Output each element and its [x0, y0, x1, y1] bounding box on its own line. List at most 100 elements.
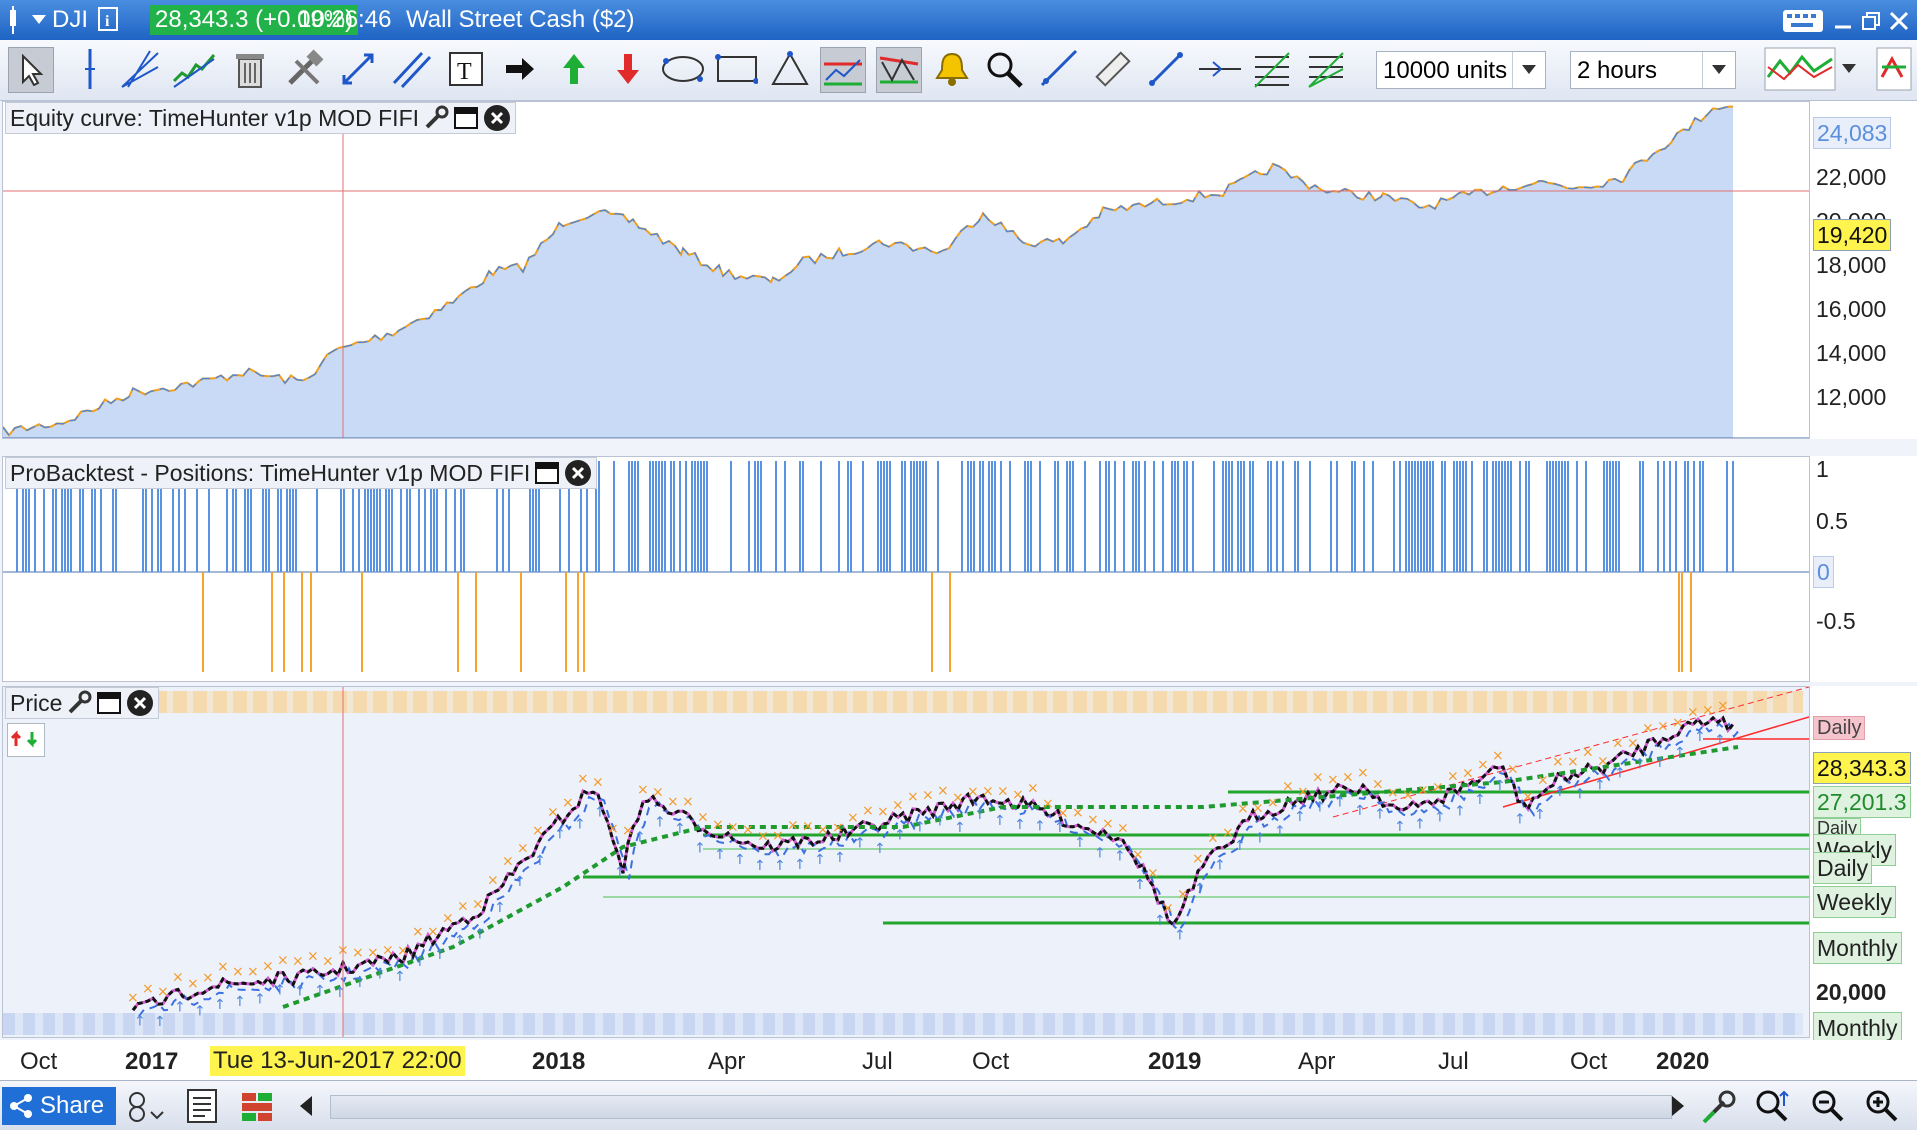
fibonacci-fan-tool[interactable] [1304, 47, 1348, 91]
units-select[interactable]: 10000 units [1376, 51, 1546, 89]
long-position-bar [1351, 461, 1353, 572]
price-axis: Daily 28,343.3 27,201.3 Daily Weekly Dai… [1810, 686, 1917, 1044]
window-icon[interactable] [453, 105, 479, 131]
window-icon[interactable] [96, 690, 122, 716]
horizontal-scrollbar[interactable] [330, 1095, 1672, 1119]
ellipse-tool[interactable] [660, 47, 704, 91]
keyboard-icon[interactable] [1780, 8, 1826, 34]
auto-scale-button[interactable] [1752, 1087, 1792, 1125]
window-icon[interactable] [534, 460, 560, 486]
close-panel-icon[interactable] [564, 459, 592, 487]
long-position-bar [1558, 461, 1560, 572]
long-position-bar [1495, 461, 1497, 572]
long-position-bar [703, 461, 705, 572]
long-position-bar [1501, 461, 1503, 572]
delete-tool[interactable] [228, 47, 272, 91]
restore-icon[interactable] [1858, 8, 1884, 34]
sell-marker: × [1267, 795, 1279, 811]
segment-tool[interactable] [1144, 47, 1188, 91]
horizontal-line-tool[interactable] [1198, 47, 1242, 91]
segment-icon [1149, 52, 1183, 86]
equity-panel-header: Equity curve: TimeHunter v1p MOD FIFI [5, 102, 517, 134]
trendline-tool[interactable] [172, 47, 216, 91]
long-position-bar [1252, 461, 1254, 572]
refresh-button[interactable] [7, 723, 45, 757]
fibonacci-tool[interactable] [1250, 47, 1294, 91]
magnifier-icon [987, 52, 1023, 88]
sell-marker: × [1627, 736, 1639, 752]
long-position-bar [1054, 461, 1056, 572]
short-position-bar [583, 572, 585, 672]
layout-button[interactable] [238, 1087, 278, 1125]
equity-panel-title: Equity curve: TimeHunter v1p MOD FIFI [10, 105, 420, 131]
alert-tool[interactable] [930, 47, 974, 91]
short-position-bar [301, 572, 303, 672]
info-icon[interactable]: i [96, 6, 120, 32]
close-window-icon[interactable] [1886, 8, 1912, 34]
buy-marker: ↑ [894, 827, 906, 843]
buy-marker: ↑ [694, 841, 706, 857]
sell-marker: × [1417, 782, 1429, 798]
buy-arrow-tool[interactable] [552, 47, 596, 91]
vertical-line-tool[interactable] [68, 47, 112, 91]
parallel-lines-tool[interactable] [390, 47, 434, 91]
price-chart: ×↑×↑××↑×↑×↑× ×↑×↑×↑× ×↑×↑×↑× ×↑×↑×↑××↑×↑×↑×… [127, 687, 1809, 1037]
arrow-right-tool[interactable] [498, 47, 542, 91]
long-position-bar [598, 461, 600, 572]
buy-marker: ↑ [1454, 804, 1466, 820]
channel-tool[interactable] [820, 47, 866, 93]
long-position-bar [1171, 461, 1173, 572]
indicators-button[interactable] [1762, 47, 1838, 91]
text-tool[interactable]: T [444, 47, 488, 91]
svg-text:T: T [457, 59, 472, 85]
sell-arrow-tool[interactable] [606, 47, 650, 91]
long-position-bar [1399, 461, 1401, 572]
long-position-bar [1405, 461, 1407, 572]
equity-tick: 16,000 [1816, 296, 1887, 322]
rectangle-tool[interactable] [714, 47, 758, 91]
sell-marker: × [982, 784, 994, 800]
minimize-icon[interactable] [1830, 8, 1856, 34]
triangle-tool[interactable] [768, 47, 812, 91]
sell-marker: × [232, 964, 244, 980]
timeframe-select[interactable]: 2 hours [1570, 51, 1736, 89]
zoom-tool[interactable] [982, 47, 1026, 91]
sell-marker: × [1702, 703, 1714, 719]
long-position-bar [1000, 461, 1002, 572]
scroll-left-button[interactable] [290, 1089, 324, 1123]
ray-tool[interactable] [1036, 47, 1080, 91]
link-button[interactable] [122, 1087, 168, 1125]
long-position-bar [1684, 461, 1686, 572]
strategy-button[interactable] [1874, 47, 1914, 91]
ruler-tool[interactable] [1090, 47, 1134, 91]
share-button[interactable]: Share [2, 1087, 116, 1125]
chart-settings-button[interactable] [1700, 1087, 1740, 1125]
arrow-line-tool[interactable] [336, 47, 380, 91]
zoom-out-button[interactable] [1808, 1087, 1848, 1125]
long-position-bar [697, 461, 699, 572]
wrench-icon[interactable] [66, 690, 92, 716]
report-button[interactable] [182, 1087, 222, 1125]
zoom-in-button[interactable] [1862, 1087, 1902, 1125]
sell-marker: × [652, 785, 664, 801]
support-resistance-tool[interactable] [876, 47, 922, 93]
close-panel-icon[interactable] [126, 689, 154, 717]
tools-settings[interactable] [282, 47, 326, 91]
long-position-bar [1114, 461, 1116, 572]
date-label: Apr [708, 1048, 746, 1075]
long-position-bar [1441, 461, 1443, 572]
wrench-icon[interactable] [423, 105, 449, 131]
dropdown-arrow-icon[interactable] [30, 10, 48, 30]
pointer-tool[interactable] [8, 47, 54, 93]
buy-marker: ↑ [1194, 881, 1206, 897]
scroll-right-button[interactable] [1660, 1089, 1694, 1123]
candlestick-icon[interactable] [4, 6, 28, 34]
fan-tool[interactable] [118, 47, 162, 91]
positions-panel-header: ProBacktest - Positions: TimeHunter v1p … [5, 457, 598, 489]
indicators-dropdown[interactable] [1838, 47, 1860, 91]
buy-marker: ↑ [674, 821, 686, 837]
close-panel-icon[interactable] [483, 104, 511, 132]
share-icon [10, 1094, 32, 1118]
ruler-icon [1095, 51, 1131, 87]
buy-marker: ↑ [1614, 765, 1626, 781]
